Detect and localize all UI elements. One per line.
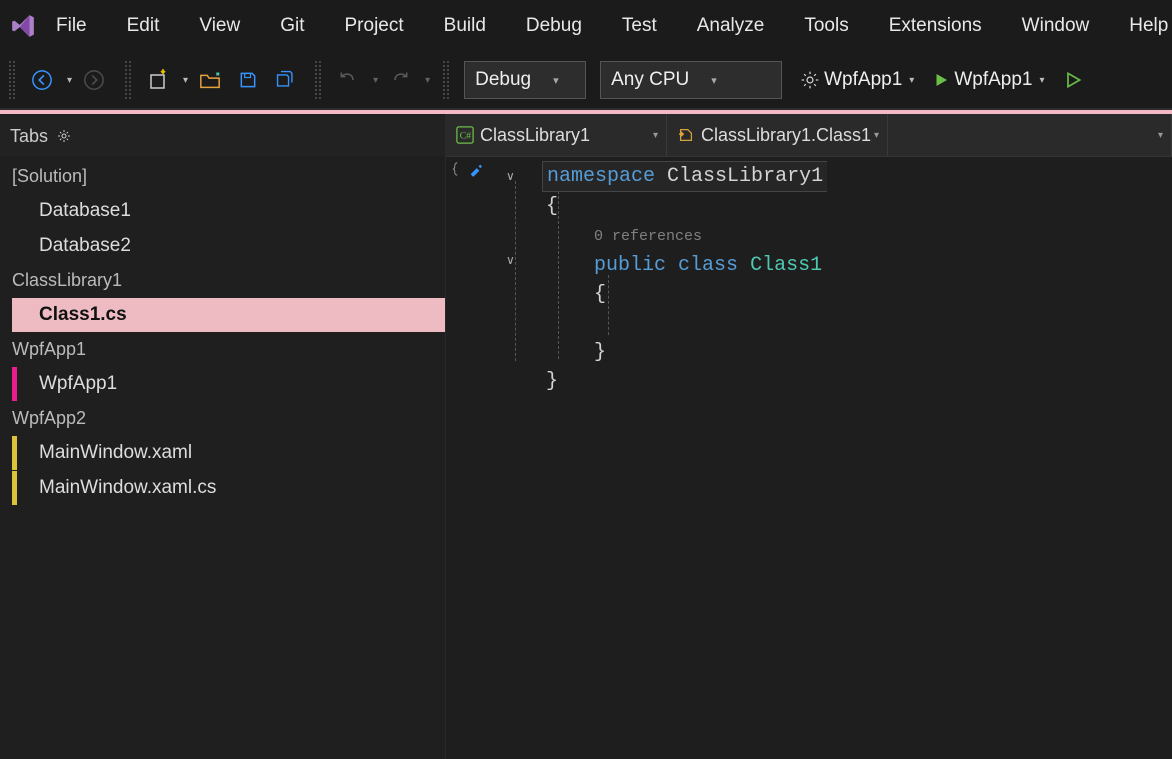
run-target-label: WpfApp1 (954, 69, 1032, 91)
start-debugging-button[interactable]: WpfApp1 ▾ (932, 69, 1044, 91)
startup-project-selector[interactable]: WpfApp1 ▾ (800, 69, 914, 91)
menu-test[interactable]: Test (602, 0, 677, 52)
sidebar-item[interactable]: MainWindow.xaml.cs (12, 471, 445, 505)
nav-back-dropdown-icon[interactable]: ▾ (67, 75, 72, 86)
menu-debug[interactable]: Debug (506, 0, 602, 52)
gear-icon[interactable] (56, 128, 72, 144)
new-item-button[interactable] (142, 64, 174, 96)
solution-config-dropdown[interactable]: Debug▾ (464, 61, 586, 99)
menu-bar: FileEditViewGitProjectBuildDebugTestAnal… (0, 0, 1172, 52)
fold-toggle[interactable]: ∨ (506, 163, 515, 192)
menu-edit[interactable]: Edit (107, 0, 180, 52)
sidebar-group-header[interactable]: WpfApp1 (0, 333, 445, 366)
scope-member-label: ClassLibrary1.Class1 (701, 125, 871, 146)
save-button[interactable] (232, 64, 264, 96)
menu-build[interactable]: Build (424, 0, 506, 52)
sidebar-item[interactable]: MainWindow.xaml (12, 436, 445, 470)
sidebar-header: Tabs (0, 116, 445, 156)
editor-scope-member-dropdown[interactable]: ClassLibrary1.Class1 ▾ (667, 114, 888, 156)
svg-text:C#: C# (460, 131, 472, 142)
csharp-icon: C# (456, 126, 474, 144)
menu-window[interactable]: Window (1002, 0, 1110, 52)
toolbar-grip (314, 60, 322, 100)
play-icon (932, 71, 950, 89)
sidebar-title: Tabs (10, 126, 48, 147)
sidebar-item[interactable]: WpfApp1 (12, 367, 445, 401)
menu-analyze[interactable]: Analyze (677, 0, 785, 52)
toolbar-grip (442, 60, 450, 100)
editor-scope-method-dropdown[interactable]: ▾ (888, 114, 1172, 156)
solution-platform-dropdown[interactable]: Any CPU▾ (600, 61, 782, 99)
fold-toggle[interactable]: ∨ (506, 247, 515, 276)
redo-dropdown-icon[interactable]: ▾ (425, 75, 430, 86)
menu-project[interactable]: Project (325, 0, 424, 52)
code-editor: C# ClassLibrary1 ▾ ClassLibrary1.Class1 … (446, 114, 1172, 759)
menu-help[interactable]: Help (1109, 0, 1172, 52)
screwdriver-icon[interactable] (468, 161, 482, 177)
open-file-button[interactable] (194, 64, 226, 96)
sidebar-item[interactable]: Database2 (12, 229, 445, 263)
tabs-sidebar: Tabs [Solution]Database1Database2ClassLi… (0, 114, 446, 759)
startup-project-label: WpfApp1 (824, 69, 902, 91)
vs-logo-icon (10, 13, 36, 39)
indent-guide (515, 181, 516, 361)
main-toolbar: ▾ ▾ ▾ ▾ Debug▾ Any CPU▾ WpfApp1 ▾ WpfApp… (0, 52, 1172, 109)
editor-gutter (446, 157, 532, 759)
code-area[interactable]: ∨ ∨ namespace ClassLibrary1 { 0 referenc… (446, 157, 1172, 759)
nav-back-button[interactable] (26, 64, 58, 96)
undo-dropdown-icon[interactable]: ▾ (373, 75, 378, 86)
class-icon (677, 126, 695, 144)
start-without-debugging-button[interactable] (1057, 64, 1089, 96)
toolbar-grip (8, 60, 16, 100)
editor-nav-bar: C# ClassLibrary1 ▾ ClassLibrary1.Class1 … (446, 114, 1172, 157)
play-outline-icon (1063, 70, 1083, 90)
redo-button (384, 64, 416, 96)
scope-project-label: ClassLibrary1 (480, 125, 590, 146)
sidebar-group-header[interactable]: ClassLibrary1 (0, 264, 445, 297)
solution-config-value: Debug (475, 69, 531, 91)
nav-forward-button (78, 64, 110, 96)
solution-platform-value: Any CPU (611, 69, 689, 91)
brace-icon (452, 161, 466, 177)
undo-button (332, 64, 364, 96)
save-all-button[interactable] (270, 64, 302, 96)
menu-extensions[interactable]: Extensions (869, 0, 1002, 52)
menu-view[interactable]: View (179, 0, 260, 52)
toolbar-grip (124, 60, 132, 100)
sidebar-item[interactable]: Database1 (12, 194, 445, 228)
menu-git[interactable]: Git (260, 0, 324, 52)
menu-tools[interactable]: Tools (784, 0, 868, 52)
sidebar-item[interactable]: Class1.cs (12, 298, 445, 332)
sidebar-group-header[interactable]: WpfApp2 (0, 402, 445, 435)
editor-scope-project-dropdown[interactable]: C# ClassLibrary1 ▾ (446, 114, 667, 156)
menu-file[interactable]: File (36, 0, 107, 52)
sidebar-group-header[interactable]: [Solution] (0, 160, 445, 193)
gear-icon (800, 70, 820, 90)
new-item-dropdown-icon[interactable]: ▾ (183, 75, 188, 86)
code-content[interactable]: namespace ClassLibrary1 { 0 references p… (546, 161, 827, 396)
